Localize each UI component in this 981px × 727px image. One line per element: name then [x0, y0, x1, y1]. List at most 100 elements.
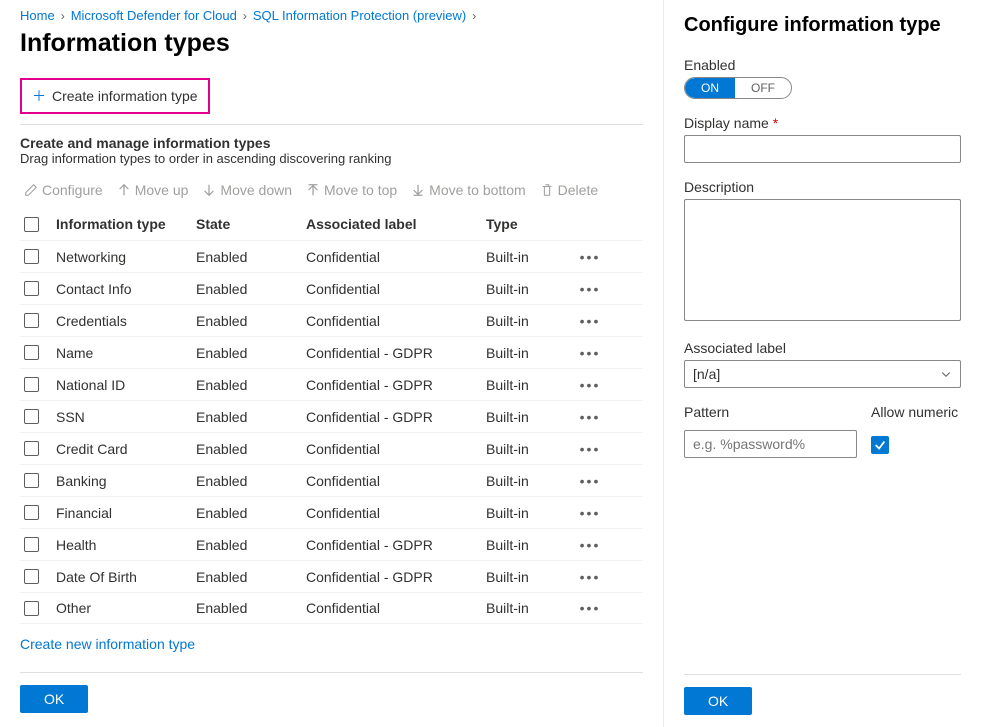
edit-icon [24, 183, 38, 197]
pattern-input[interactable] [684, 430, 857, 458]
description-label: Description [684, 179, 961, 195]
row-type: Built-in [486, 537, 570, 553]
row-checkbox[interactable] [24, 249, 39, 264]
row-actions-icon[interactable]: ••• [570, 569, 610, 585]
move-to-top-button[interactable]: Move to top [306, 182, 397, 198]
row-checkbox[interactable] [24, 601, 39, 616]
table-row[interactable]: BankingEnabledConfidentialBuilt-in••• [20, 464, 643, 496]
row-type: Built-in [486, 600, 570, 616]
arrow-down-icon [202, 183, 216, 197]
row-type: Built-in [486, 249, 570, 265]
table-row[interactable]: NetworkingEnabledConfidentialBuilt-in••• [20, 240, 643, 272]
divider [20, 124, 643, 125]
plus-icon: ＋ [32, 86, 46, 106]
row-actions-icon[interactable]: ••• [570, 377, 610, 393]
table-row[interactable]: Contact InfoEnabledConfidentialBuilt-in•… [20, 272, 643, 304]
row-checkbox[interactable] [24, 409, 39, 424]
row-state: Enabled [196, 473, 306, 489]
enabled-toggle[interactable]: ON OFF [684, 77, 792, 99]
required-indicator: * [773, 115, 778, 131]
row-state: Enabled [196, 249, 306, 265]
row-actions-icon[interactable]: ••• [570, 537, 610, 553]
check-icon [873, 438, 887, 452]
breadcrumb-defender[interactable]: Microsoft Defender for Cloud [71, 8, 237, 23]
table-row[interactable]: SSNEnabledConfidential - GDPRBuilt-in••• [20, 400, 643, 432]
breadcrumb-home[interactable]: Home [20, 8, 55, 23]
move-down-button[interactable]: Move down [202, 182, 292, 198]
select-all-checkbox[interactable] [24, 217, 39, 232]
toggle-off[interactable]: OFF [735, 78, 791, 98]
col-state[interactable]: State [196, 216, 306, 232]
table-row[interactable]: Credit CardEnabledConfidentialBuilt-in••… [20, 432, 643, 464]
row-checkbox[interactable] [24, 569, 39, 584]
row-checkbox[interactable] [24, 313, 39, 328]
table-row[interactable]: Date Of BirthEnabledConfidential - GDPRB… [20, 560, 643, 592]
row-actions-icon[interactable]: ••• [570, 505, 610, 521]
row-type: Built-in [486, 377, 570, 393]
toggle-on[interactable]: ON [685, 78, 735, 98]
table-row[interactable]: OtherEnabledConfidentialBuilt-in••• [20, 592, 643, 624]
row-state: Enabled [196, 537, 306, 553]
bottom-bar: OK [20, 672, 643, 721]
row-checkbox[interactable] [24, 441, 39, 456]
trash-icon [540, 183, 554, 197]
row-type: Built-in [486, 313, 570, 329]
row-name: Other [56, 600, 196, 616]
row-actions-icon[interactable]: ••• [570, 249, 610, 265]
create-new-info-type-link[interactable]: Create new information type [20, 636, 195, 652]
row-checkbox[interactable] [24, 345, 39, 360]
row-checkbox[interactable] [24, 473, 39, 488]
row-label: Confidential [306, 281, 486, 297]
row-type: Built-in [486, 505, 570, 521]
delete-button[interactable]: Delete [540, 182, 598, 198]
associated-label-label: Associated label [684, 340, 961, 356]
table-row[interactable]: NameEnabledConfidential - GDPRBuilt-in••… [20, 336, 643, 368]
col-type[interactable]: Type [486, 216, 570, 232]
row-actions-icon[interactable]: ••• [570, 313, 610, 329]
display-name-input[interactable] [684, 135, 961, 163]
row-state: Enabled [196, 409, 306, 425]
row-name: Credentials [56, 313, 196, 329]
table-row[interactable]: National IDEnabledConfidential - GDPRBui… [20, 368, 643, 400]
row-type: Built-in [486, 569, 570, 585]
allow-numeric-checkbox[interactable] [871, 436, 889, 454]
create-information-type-button[interactable]: ＋ Create information type [20, 78, 210, 114]
main-panel: Home › Microsoft Defender for Cloud › SQ… [0, 0, 663, 727]
row-state: Enabled [196, 313, 306, 329]
row-checkbox[interactable] [24, 377, 39, 392]
description-input[interactable] [684, 199, 961, 321]
row-name: Networking [56, 249, 196, 265]
row-actions-icon[interactable]: ••• [570, 281, 610, 297]
row-actions-icon[interactable]: ••• [570, 345, 610, 361]
move-up-button[interactable]: Move up [117, 182, 189, 198]
section-title: Create and manage information types [20, 135, 643, 151]
create-button-label: Create information type [52, 88, 198, 104]
row-label: Confidential - GDPR [306, 377, 486, 393]
configure-button[interactable]: Configure [24, 182, 103, 198]
arrow-bottom-icon [411, 183, 425, 197]
toolbar: Configure Move up Move down Move to top … [20, 176, 643, 208]
chevron-down-icon [940, 368, 952, 380]
row-checkbox[interactable] [24, 537, 39, 552]
table-row[interactable]: CredentialsEnabledConfidentialBuilt-in••… [20, 304, 643, 336]
row-label: Confidential [306, 313, 486, 329]
row-checkbox[interactable] [24, 505, 39, 520]
col-label[interactable]: Associated label [306, 216, 486, 232]
row-actions-icon[interactable]: ••• [570, 600, 610, 616]
row-state: Enabled [196, 377, 306, 393]
row-checkbox[interactable] [24, 281, 39, 296]
table-row[interactable]: HealthEnabledConfidential - GDPRBuilt-in… [20, 528, 643, 560]
blade-ok-button[interactable]: OK [684, 687, 752, 715]
row-actions-icon[interactable]: ••• [570, 441, 610, 457]
row-name: Financial [56, 505, 196, 521]
table-row[interactable]: FinancialEnabledConfidentialBuilt-in••• [20, 496, 643, 528]
col-name[interactable]: Information type [56, 216, 196, 232]
move-to-bottom-button[interactable]: Move to bottom [411, 182, 526, 198]
breadcrumb-sqlip[interactable]: SQL Information Protection (preview) [253, 8, 466, 23]
row-actions-icon[interactable]: ••• [570, 473, 610, 489]
associated-label-select[interactable]: [n/a] [684, 360, 961, 388]
chevron-right-icon: › [61, 9, 65, 23]
ok-button[interactable]: OK [20, 685, 88, 713]
row-state: Enabled [196, 505, 306, 521]
row-actions-icon[interactable]: ••• [570, 409, 610, 425]
